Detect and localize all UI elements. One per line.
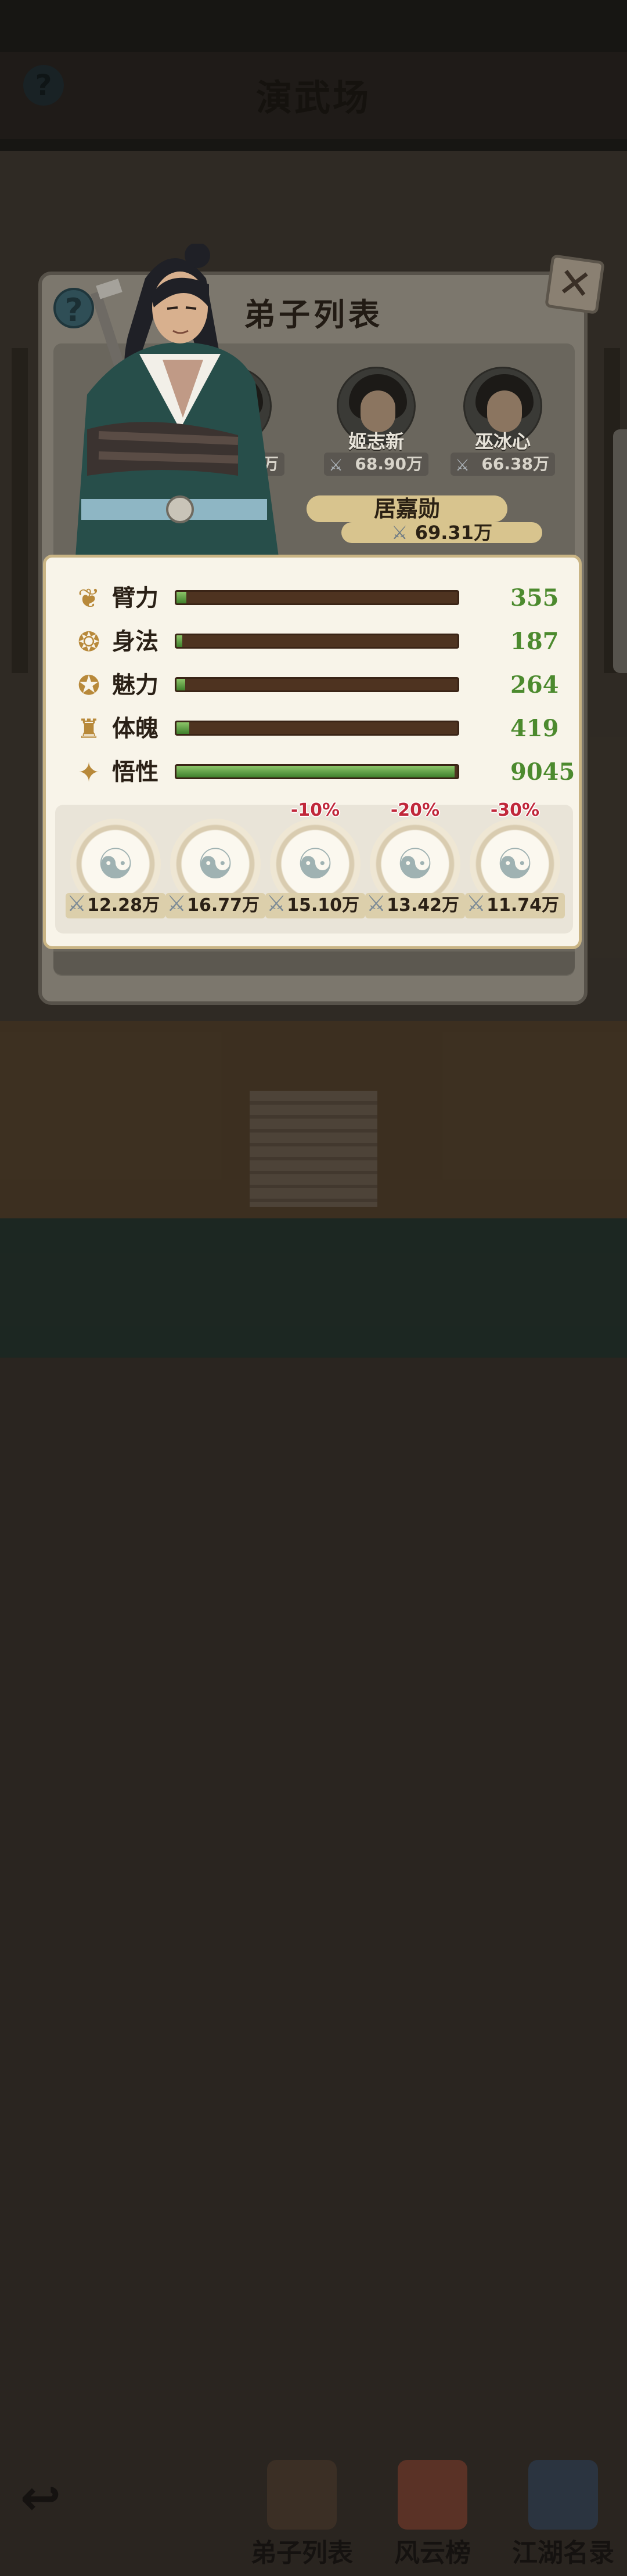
slot-cost: ⚔ 11.74万 bbox=[465, 891, 565, 918]
training-slot[interactable]: ☯ ⚔ 12.28万 bbox=[66, 819, 165, 927]
stat-label: 臂力 bbox=[112, 584, 158, 612]
stat-value: 419 bbox=[510, 715, 559, 742]
nav-disciple-list[interactable]: 弟子列表 bbox=[247, 2460, 357, 2576]
crossed-swords-icon: ⚔ bbox=[455, 455, 470, 475]
stat-bar bbox=[175, 764, 459, 779]
meditation-icon: ☯ bbox=[96, 840, 135, 888]
training-slot[interactable]: ☯ -20% ⚔ 13.42万 bbox=[365, 800, 465, 927]
training-slot[interactable]: ☯ -10% ⚔ 15.10万 bbox=[265, 800, 365, 927]
selected-disciple-power: ⚔ 69.31万 bbox=[341, 522, 542, 543]
crossed-swords-icon: ⚔ bbox=[266, 891, 287, 916]
disciple-name: 巫冰心 bbox=[474, 430, 531, 453]
arm-icon: ❦ bbox=[77, 583, 100, 614]
stat-bar-fill bbox=[176, 592, 186, 603]
disciple-power: ⚔ 68.90万 bbox=[324, 453, 428, 476]
meditation-icon: ☯ bbox=[296, 840, 334, 888]
stat-bar-fill bbox=[176, 679, 185, 690]
slot-discount: -10% bbox=[290, 800, 340, 820]
stat-value: 9045 bbox=[510, 758, 575, 786]
stat-row-agility: ❂ 身法 187 bbox=[74, 624, 573, 659]
stat-value: 264 bbox=[510, 671, 559, 699]
crossed-swords-icon: ⚔ bbox=[167, 891, 187, 916]
crossed-swords-icon: ⚔ bbox=[466, 891, 487, 916]
stat-bar bbox=[175, 677, 459, 692]
torso-icon: ♜ bbox=[77, 713, 101, 744]
back-button[interactable]: ↩ bbox=[6, 2472, 75, 2524]
crossed-swords-icon: ⚔ bbox=[366, 891, 387, 916]
slot-cost: ⚔ 15.10万 bbox=[265, 891, 365, 918]
meditation-icon: ☯ bbox=[196, 840, 235, 888]
slot-cost: ⚔ 13.42万 bbox=[365, 891, 465, 918]
book-icon bbox=[528, 2460, 598, 2530]
stat-label: 魅力 bbox=[112, 671, 158, 699]
spark-star-icon: ✦ bbox=[77, 757, 100, 788]
training-slot[interactable]: ☯ -30% ⚔ 11.74万 bbox=[465, 800, 565, 927]
meditation-icon: ☯ bbox=[396, 840, 434, 888]
star-icon: ✪ bbox=[77, 670, 100, 701]
stat-bar-fill bbox=[176, 722, 189, 734]
stat-bar bbox=[175, 634, 459, 649]
stat-label: 悟性 bbox=[112, 758, 158, 786]
attribute-card: ❦ 臂力 355 ❂ 身法 187 ✪ 魅力 264 ♜ 体魄 419 ✦ 悟性… bbox=[43, 555, 582, 949]
slot-cost: ⚔ 12.28万 bbox=[66, 891, 165, 918]
whirlwind-icon: ❂ bbox=[77, 626, 100, 657]
nav-label: 江湖名录 bbox=[512, 2538, 614, 2568]
crossed-swords-icon: ⚔ bbox=[67, 891, 87, 916]
slot-cost: ⚔ 16.77万 bbox=[165, 891, 265, 918]
stat-value: 355 bbox=[510, 584, 559, 612]
stat-value: 187 bbox=[510, 628, 559, 655]
nav-label: 弟子列表 bbox=[251, 2538, 353, 2568]
slot-discount: -20% bbox=[390, 800, 440, 820]
stat-label: 身法 bbox=[112, 628, 158, 655]
training-slots: ☯ ⚔ 12.28万 ☯ ⚔ 16.77万 ☯ -10% ⚔ 15.10万 ☯ -20… bbox=[55, 800, 573, 934]
stat-row-charm: ✪ 魅力 264 bbox=[74, 668, 573, 703]
scroll-icon bbox=[398, 2460, 467, 2530]
stat-row-constitution: ♜ 体魄 419 bbox=[74, 711, 573, 746]
disciple-icon bbox=[267, 2460, 337, 2530]
stat-bar-fill bbox=[176, 635, 182, 647]
meditation-icon: ☯ bbox=[496, 840, 534, 888]
stat-bar-fill bbox=[176, 766, 455, 777]
stat-row-comprehension: ✦ 悟性 9045 bbox=[74, 755, 575, 790]
stat-bar bbox=[175, 721, 459, 736]
close-button[interactable]: ✕ bbox=[545, 254, 605, 314]
disciple-power: ⚔ 66.38万 bbox=[451, 453, 555, 476]
nav-label: 风云榜 bbox=[394, 2538, 471, 2568]
slot-discount: -30% bbox=[490, 800, 540, 820]
crossed-swords-icon: ⚔ bbox=[329, 455, 344, 475]
panel-footer bbox=[53, 951, 575, 975]
nav-ranking[interactable]: 风云榜 bbox=[377, 2460, 488, 2576]
nav-jianghu-roster[interactable]: 江湖名录 bbox=[508, 2460, 618, 2576]
disciple-name: 姬志新 bbox=[348, 430, 404, 453]
character-illustration bbox=[75, 244, 279, 557]
stat-bar bbox=[175, 590, 459, 605]
crossed-swords-icon: ⚔ bbox=[391, 522, 408, 544]
training-slot[interactable]: ☯ ⚔ 16.77万 bbox=[165, 819, 265, 927]
stat-label: 体魄 bbox=[112, 715, 158, 742]
stat-row-strength: ❦ 臂力 355 bbox=[74, 581, 573, 616]
selected-disciple-name: 居嘉勋 bbox=[307, 495, 507, 522]
